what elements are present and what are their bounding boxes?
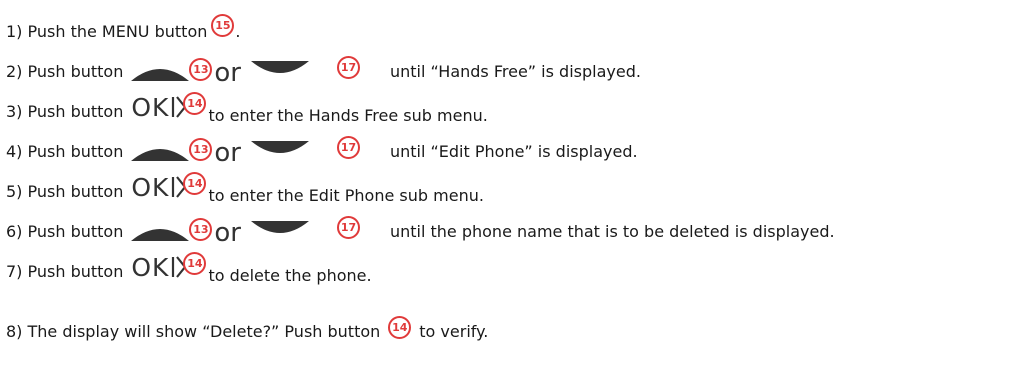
ok-button-badge: 14 (183, 91, 207, 115)
ok-label: OK (131, 172, 170, 202)
step-text-end: . (235, 21, 241, 41)
step-1: 1) Push the MENU button 15 . (6, 13, 241, 46)
up-arrow-icon (131, 149, 190, 161)
step-text-end: until “Hands Free” is displayed. (389, 61, 641, 81)
ok-button-badge: 14 (183, 171, 207, 195)
ok-button-badge: 14 (183, 251, 207, 275)
step-text-end: to delete the phone. (208, 265, 372, 285)
step-text: 5) Push button (6, 181, 124, 201)
down-button-badge: 17 (336, 135, 360, 159)
step-3: 3) Push button OK 14 to enter the Hands … (6, 91, 488, 126)
down-arrow-icon (250, 61, 309, 73)
step-text: 4) Push button (6, 141, 124, 161)
ok-label: OK (131, 92, 170, 122)
or-label: or (214, 218, 241, 248)
step-4: 4) Push button 13 or 17 until “Edit Phon… (6, 135, 638, 168)
step-text-end: to enter the Edit Phone sub menu. (208, 185, 484, 205)
step-text-end: to enter the Hands Free sub menu. (208, 105, 488, 125)
step-text: 1) Push the MENU button (6, 21, 208, 41)
menu-button-badge: 15 (211, 13, 235, 37)
up-arrow-icon (131, 229, 190, 241)
step-text-end: until “Edit Phone” is displayed. (389, 141, 638, 161)
down-button-badge: 17 (336, 215, 360, 239)
up-button-badge: 13 (189, 217, 213, 241)
step-text: 2) Push button (6, 61, 124, 81)
up-arrow-icon (131, 69, 190, 81)
verify-button-badge: 14 (388, 315, 412, 339)
step-text: 7) Push button (6, 261, 124, 281)
up-button-badge: 13 (189, 57, 213, 81)
or-label: or (214, 58, 241, 88)
step-2: 2) Push button 13 or 17 until “Hands Fre… (6, 55, 641, 88)
down-button-badge: 17 (336, 55, 360, 79)
step-7: 7) Push button OK 14 to delete the phone… (6, 251, 372, 286)
or-label: or (214, 138, 241, 168)
step-5: 5) Push button OK 14 to enter the Edit P… (6, 171, 484, 206)
step-text-end: until the phone name that is to be delet… (389, 221, 835, 241)
ok-label: OK (131, 252, 170, 282)
step-text-end: to verify. (419, 321, 489, 341)
up-button-badge: 13 (189, 137, 213, 161)
down-arrow-icon (250, 221, 309, 233)
step-6: 6) Push button 13 or 17 until the phone … (6, 215, 835, 248)
step-text: 3) Push button (6, 101, 124, 121)
step-8: 8) The display will show “Delete?” Push … (6, 315, 489, 346)
step-text: 6) Push button (6, 221, 124, 241)
down-arrow-icon (250, 141, 309, 153)
step-text: 8) The display will show “Delete?” Push … (6, 321, 381, 341)
